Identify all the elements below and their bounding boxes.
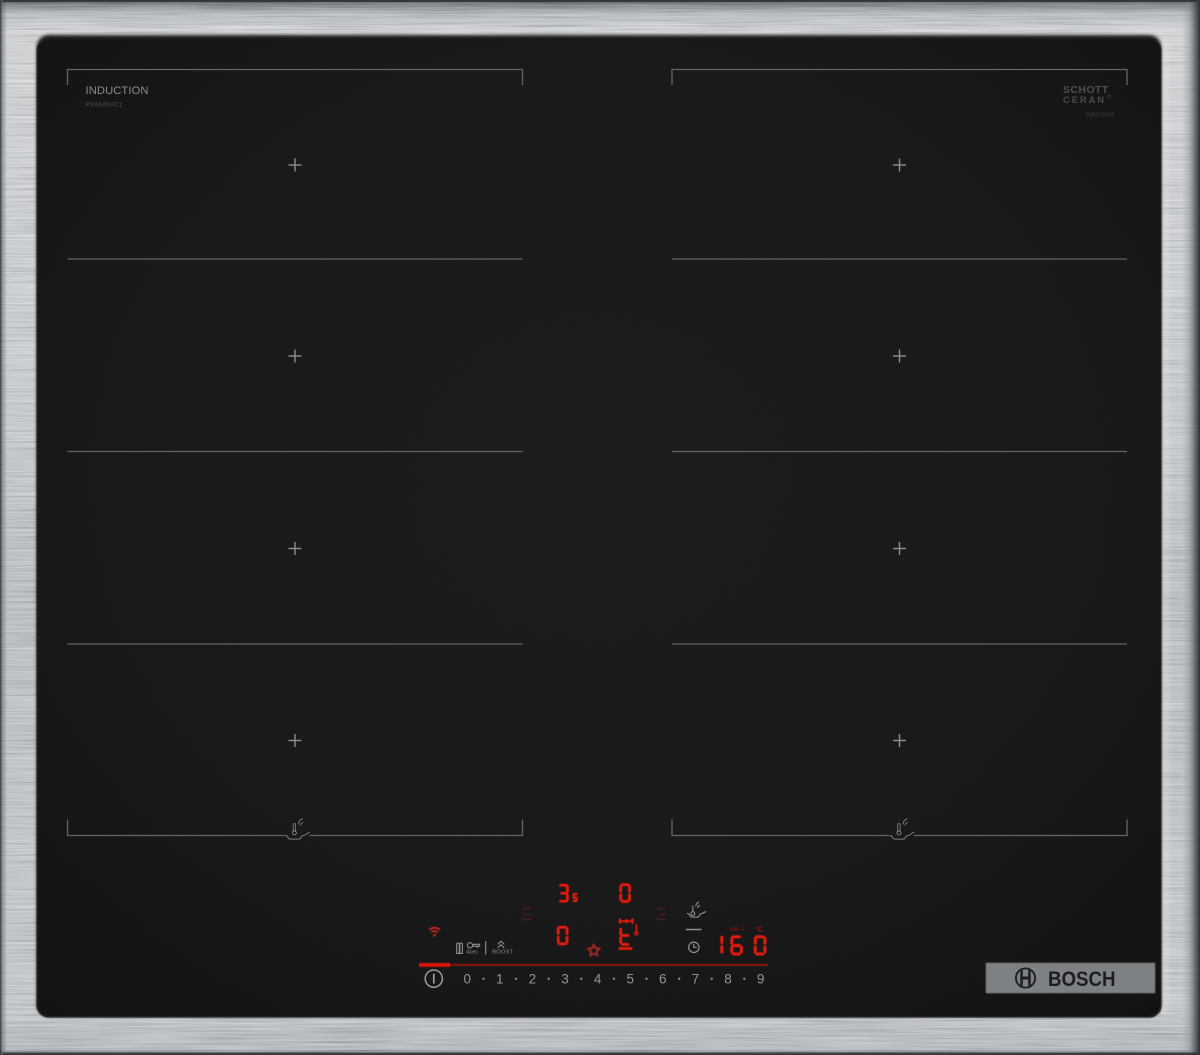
svg-text:900378500: 900378500 <box>1086 113 1115 119</box>
svg-text:2: 2 <box>529 971 537 986</box>
svg-text:6: 6 <box>659 971 667 986</box>
svg-text:1: 1 <box>496 971 504 986</box>
svg-text:PXX645HC1: PXX645HC1 <box>86 102 123 109</box>
svg-text:INDUCTION: INDUCTION <box>86 85 149 97</box>
svg-text:CERAN: CERAN <box>1063 95 1106 105</box>
svg-text:7: 7 <box>692 971 700 986</box>
svg-text:4: 4 <box>594 971 602 986</box>
svg-text:5: 5 <box>626 971 634 986</box>
svg-text:BOOST: BOOST <box>492 950 513 956</box>
svg-text:3: 3 <box>561 971 569 986</box>
svg-text:min s: min s <box>730 927 744 933</box>
svg-text:0: 0 <box>463 971 471 986</box>
svg-text:BOSCH: BOSCH <box>1048 967 1116 991</box>
svg-text:®: ® <box>1107 94 1112 101</box>
svg-text:4sec: 4sec <box>466 950 478 956</box>
svg-text:8: 8 <box>724 971 732 986</box>
svg-text:°C: °C <box>755 925 763 933</box>
svg-text:9: 9 <box>757 971 765 986</box>
